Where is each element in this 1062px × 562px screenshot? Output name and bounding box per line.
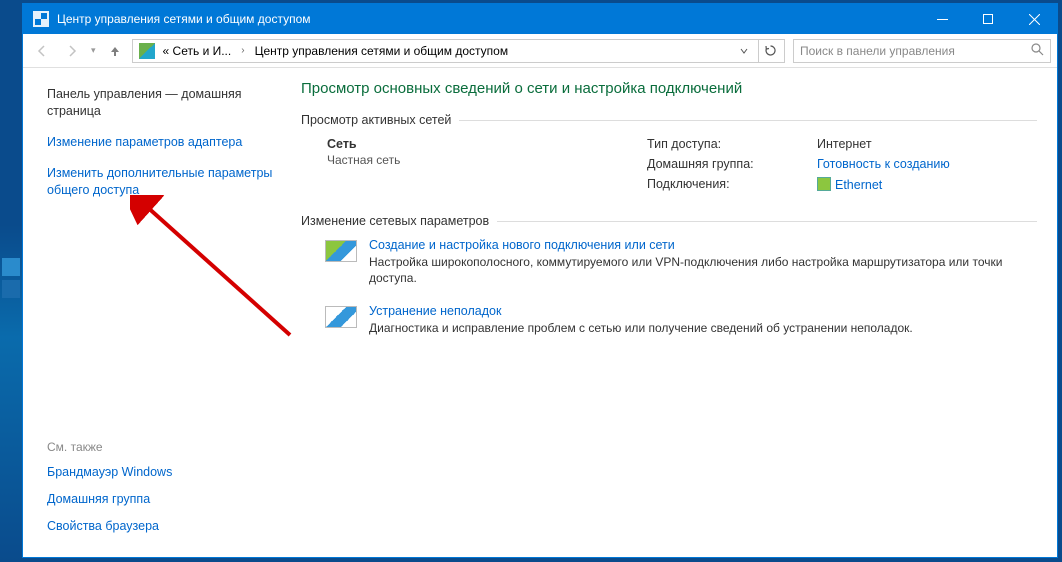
refresh-button[interactable] (758, 40, 782, 62)
connection-link[interactable]: Ethernet (835, 178, 882, 192)
close-button[interactable] (1011, 4, 1057, 34)
sidebar-browser-props-link[interactable]: Свойства браузера (47, 518, 277, 535)
sidebar-advanced-sharing-link[interactable]: Изменить дополнительные параметры общего… (47, 165, 277, 199)
sidebar-home-link[interactable]: Панель управления — домашняя страница (47, 86, 277, 120)
sidebar: Панель управления — домашняя страница Из… (23, 68, 293, 557)
task-troubleshoot: Устранение неполадок Диагностика и испра… (325, 304, 1037, 336)
change-settings-header: Изменение сетевых параметров (301, 214, 1037, 228)
homegroup-link[interactable]: Готовность к созданию (817, 157, 950, 171)
chevron-right-icon[interactable]: › (237, 45, 248, 56)
main-panel: Просмотр основных сведений о сети и наст… (293, 68, 1057, 557)
app-icon (33, 11, 49, 27)
active-networks-header: Просмотр активных сетей (301, 113, 1037, 127)
recent-dropdown-icon[interactable]: ▾ (89, 45, 98, 56)
sidebar-firewall-link[interactable]: Брандмауэр Windows (47, 464, 277, 481)
titlebar[interactable]: Центр управления сетями и общим доступом (23, 4, 1057, 34)
active-network-row: Сеть Частная сеть Тип доступа: Интернет … (327, 137, 1037, 192)
new-connection-icon (325, 240, 357, 262)
task-new-connection-link[interactable]: Создание и настройка нового подключения … (369, 238, 1037, 252)
see-also-header: См. также (47, 440, 277, 454)
maximize-button[interactable] (965, 4, 1011, 34)
search-placeholder: Поиск в панели управления (800, 44, 955, 58)
access-type-label: Тип доступа: (647, 137, 817, 151)
homegroup-label: Домашняя группа: (647, 157, 817, 171)
address-bar: ▾ « Сеть и И... › Центр управления сетям… (23, 34, 1057, 68)
window-title: Центр управления сетями и общим доступом (57, 12, 919, 26)
breadcrumb-seg-network[interactable]: « Сеть и И... (159, 42, 236, 60)
ethernet-icon (817, 177, 831, 191)
access-type-value: Интернет (817, 137, 1037, 151)
connections-label: Подключения: (647, 177, 817, 191)
search-input[interactable]: Поиск в панели управления (793, 39, 1051, 63)
location-icon (139, 43, 155, 59)
breadcrumb-dropdown[interactable] (732, 40, 756, 62)
window: Центр управления сетями и общим доступом… (22, 3, 1058, 558)
desktop-taskbar-strip (0, 0, 22, 562)
page-title: Просмотр основных сведений о сети и наст… (301, 80, 1037, 97)
minimize-button[interactable] (919, 4, 965, 34)
breadcrumb-seg-current[interactable]: Центр управления сетями и общим доступом (251, 42, 513, 60)
sidebar-adapter-settings-link[interactable]: Изменение параметров адаптера (47, 134, 277, 151)
task-new-connection-desc: Настройка широкополосного, коммутируемог… (369, 254, 1037, 286)
network-name: Сеть (327, 137, 627, 151)
troubleshoot-icon (325, 306, 357, 328)
task-troubleshoot-link[interactable]: Устранение неполадок (369, 304, 1037, 318)
forward-button[interactable] (59, 38, 85, 64)
network-category: Частная сеть (327, 153, 627, 167)
task-new-connection: Создание и настройка нового подключения … (325, 238, 1037, 286)
task-troubleshoot-desc: Диагностика и исправление проблем с сеть… (369, 320, 1037, 336)
search-icon (1031, 43, 1044, 59)
breadcrumb[interactable]: « Сеть и И... › Центр управления сетями … (132, 39, 785, 63)
sidebar-homegroup-link[interactable]: Домашняя группа (47, 491, 277, 508)
up-button[interactable] (102, 38, 128, 64)
back-button[interactable] (29, 38, 55, 64)
